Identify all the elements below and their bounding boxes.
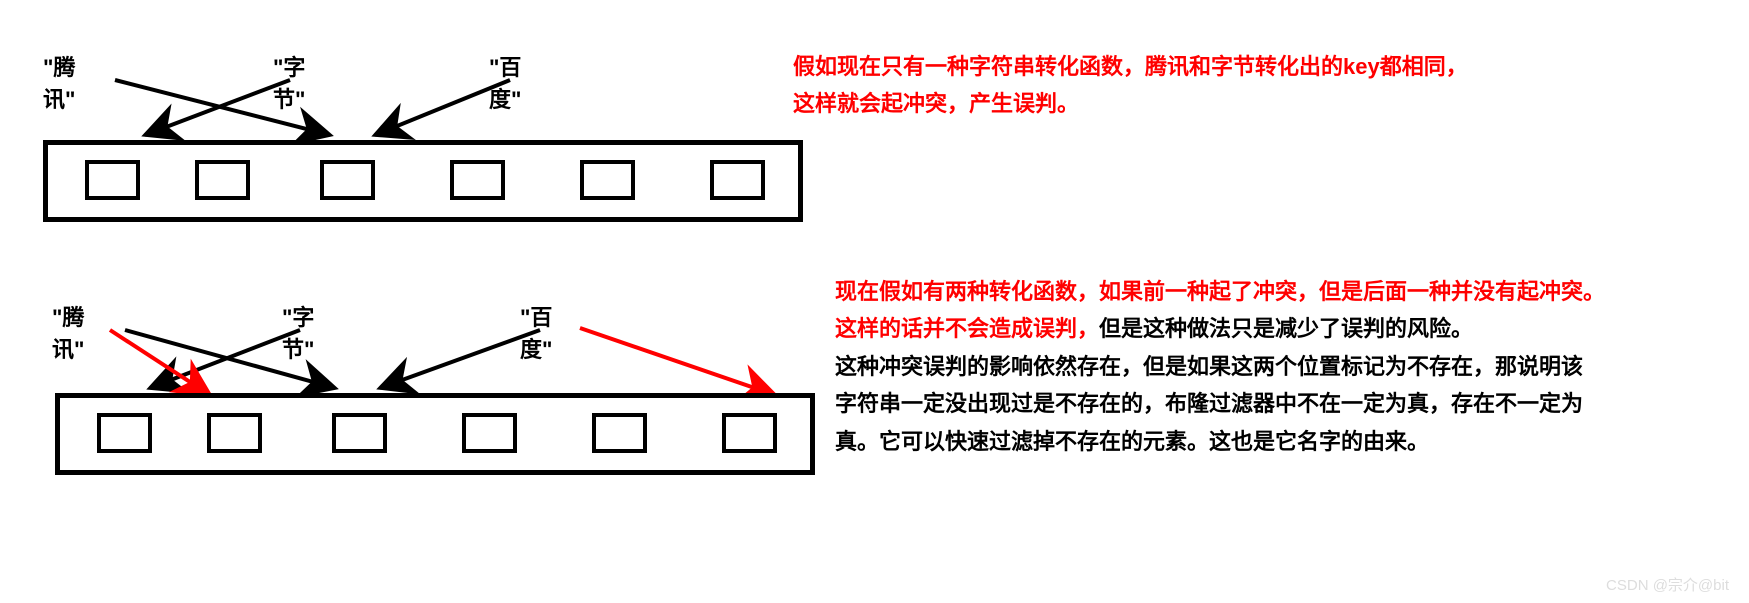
label-baidu-1: "百度" xyxy=(489,50,521,114)
annotation-2-line1: 现在假如有两种转化函数，如果前一种起了冲突，但是后面一种并没有起冲突。 xyxy=(835,273,1735,310)
annotation-1-line1: 假如现在只有一种字符串转化函数，腾讯和字节转化出的key都相同， xyxy=(793,48,1693,85)
slot-2-4 xyxy=(462,413,517,453)
annotation-2-line2b: 但是这种做法只是减少了误判的风险。 xyxy=(1099,316,1473,341)
label-tencent-2: "腾讯" xyxy=(52,300,84,364)
slot-1-1 xyxy=(85,160,140,200)
annotation-2-line5: 真。它可以快速过滤掉不存在的元素。这也是它名字的由来。 xyxy=(835,423,1735,460)
annotation-1: 假如现在只有一种字符串转化函数，腾讯和字节转化出的key都相同， 这样就会起冲突… xyxy=(793,48,1693,123)
slot-2-2 xyxy=(207,413,262,453)
label-bytedance-1: "字节" xyxy=(273,50,305,114)
annotation-2-line3: 这种冲突误判的影响依然存在，但是如果这两个位置标记为不存在，那说明该 xyxy=(835,348,1735,385)
slot-2-6 xyxy=(722,413,777,453)
slot-1-4 xyxy=(450,160,505,200)
label-tencent-1: "腾讯" xyxy=(43,50,75,114)
annotation-2-line4: 字符串一定没出现过是不存在的，布隆过滤器中不在一定为真，存在不一定为 xyxy=(835,385,1735,422)
slot-2-5 xyxy=(592,413,647,453)
annotation-1-line2: 这样就会起冲突，产生误判。 xyxy=(793,85,1693,122)
slot-1-6 xyxy=(710,160,765,200)
slot-2-3 xyxy=(332,413,387,453)
array-box-1 xyxy=(43,140,803,222)
label-baidu-2: "百度" xyxy=(520,300,552,364)
array-box-2 xyxy=(55,393,815,475)
slot-1-5 xyxy=(580,160,635,200)
annotation-2: 现在假如有两种转化函数，如果前一种起了冲突，但是后面一种并没有起冲突。 这样的话… xyxy=(835,273,1735,460)
slot-1-2 xyxy=(195,160,250,200)
annotation-2-line2: 这样的话并不会造成误判，但是这种做法只是减少了误判的风险。 xyxy=(835,310,1735,347)
slot-1-3 xyxy=(320,160,375,200)
slot-2-1 xyxy=(97,413,152,453)
annotation-2-line2a: 这样的话并不会造成误判， xyxy=(835,316,1099,341)
watermark: CSDN @宗介@bit xyxy=(1606,574,1729,595)
label-bytedance-2: "字节" xyxy=(282,300,314,364)
